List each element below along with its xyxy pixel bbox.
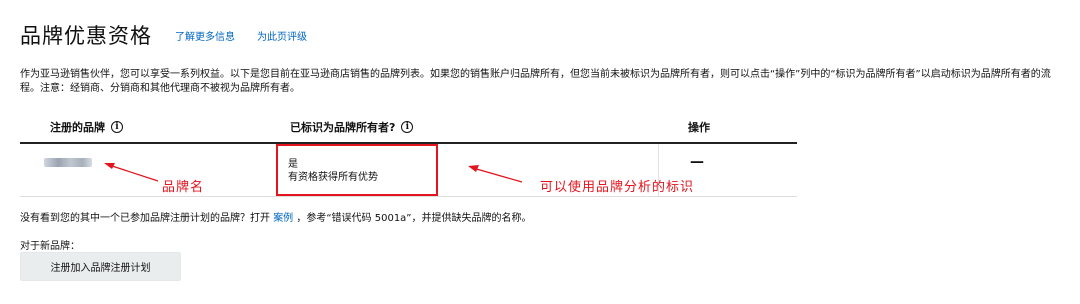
page-description: 作为亚马逊销售伙伴，您可以享受一系列权益。以下是您目前在亚马逊商店销售的品牌列表… (20, 69, 1051, 94)
missing-brand-note: 没有看到您的其中一个已参加品牌注册计划的品牌？打开 案例 ，参考“错误代码 50… (20, 209, 532, 224)
header-owner-label: 已标识为品牌所有者? (290, 121, 396, 134)
annotation-brand-name: 品牌名 (162, 180, 205, 195)
case-link[interactable]: 案例 (273, 213, 293, 224)
info-icon[interactable]: i (111, 121, 123, 133)
header-action-label: 操作 (688, 121, 710, 134)
page-title: 品牌优惠资格 (20, 24, 152, 48)
header-brand-owner: 已标识为品牌所有者? i (290, 119, 414, 135)
header-brand-label: 注册的品牌 (50, 121, 105, 134)
header-action: 操作 (688, 119, 710, 135)
action-dash: — (690, 154, 704, 170)
blurred-brand-name (44, 158, 92, 167)
enroll-brand-registry-button[interactable]: 注册加入品牌注册计划 (20, 252, 181, 281)
info-icon[interactable]: i (401, 121, 414, 133)
new-brand-label: 对于新品牌： (20, 241, 80, 252)
red-arrow (468, 165, 523, 183)
header-registered-brand: 注册的品牌 i (50, 119, 123, 135)
annotation-analytics: 可以使用品牌分析的标识 (540, 180, 695, 195)
learn-more-link[interactable]: 了解更多信息 (175, 28, 235, 43)
missing-brand-suffix: ，参考“错误代码 5001a”，并提供缺失品牌的名称。 (296, 213, 532, 224)
table-row-divider (20, 196, 797, 197)
red-arrow (104, 163, 159, 182)
rate-page-link[interactable]: 为此页评级 (257, 28, 307, 43)
highlight-box (276, 144, 438, 196)
missing-brand-prefix: 没有看到您的其中一个已参加品牌注册计划的品牌？打开 (20, 213, 270, 224)
